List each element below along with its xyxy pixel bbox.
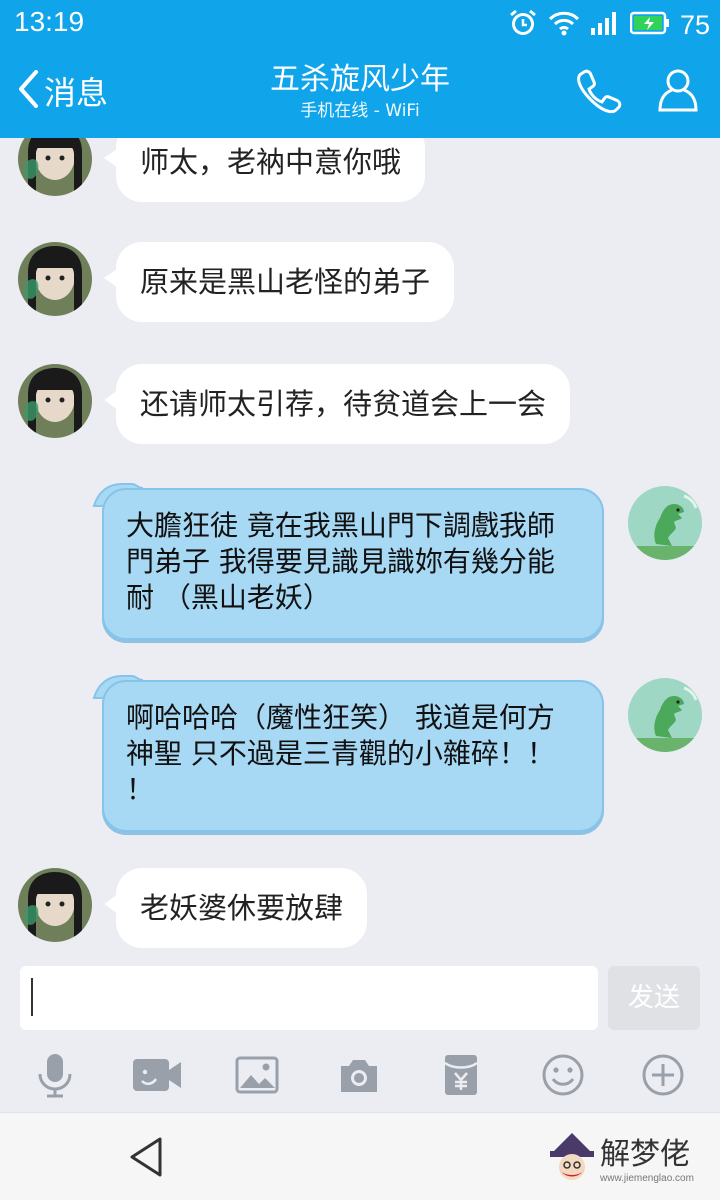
contact-avatar[interactable] [18,138,92,196]
contact-avatar[interactable] [18,364,92,438]
status-time: 13:19 [14,6,85,37]
video-call-icon [131,1055,183,1099]
contact-avatar[interactable] [18,242,92,316]
message-bubble-incoming[interactable]: 师太，老衲中意你哦 [103,138,426,202]
triangle-back-icon [126,1137,166,1183]
message-bubble-outgoing[interactable]: 大膽狂徒 竟在我黑山門下調戲我師 門弟子 我得要見識見識妳有幾分能 耐 （黑山老… [102,488,604,640]
message-text: 师太，老衲中意你哦 [140,145,402,179]
wizard-logo-icon [548,1131,596,1189]
watermark: 解梦佬 www.jiemenglao.com [548,1127,718,1197]
message-line: 大膽狂徒 竟在我黑山門下調戲我師 [126,509,555,542]
image-icon [235,1056,279,1098]
red-packet-button[interactable] [434,1050,488,1104]
microphone-icon [35,1052,75,1102]
back-chevron-icon [16,69,40,113]
watermark-text: 解梦佬 [600,1137,690,1172]
message-line: 耐 （黑山老妖） [126,581,331,614]
message-bubble-incoming[interactable]: 还请师太引荐，待贫道会上一会 [103,364,571,444]
message-line: 神聖 只不過是三青觀的小雜碎！！ [126,737,555,770]
message-input[interactable] [20,966,598,1030]
message-bubble-outgoing[interactable]: 啊哈哈哈（魔性狂笑） 我道是何方 神聖 只不過是三青觀的小雜碎！！ ！ [102,680,604,832]
back-button[interactable]: 消息 [16,68,108,114]
video-button[interactable] [130,1050,184,1104]
message-text: 还请师太引荐，待贫道会上一会 [140,387,547,421]
text-cursor [31,978,33,1016]
message-line: 門弟子 我得要見識見識妳有幾分能 [126,545,555,578]
camera-button[interactable] [332,1050,386,1104]
message-line: ！ [126,773,155,806]
message-line: 啊哈哈哈（魔性狂笑） 我道是何方 [126,701,555,734]
voice-button[interactable] [28,1050,82,1104]
chat-header: 消息 五杀旋风少年 手机在线 - WiFi [0,46,720,138]
input-toolbar [0,1040,720,1112]
red-packet-icon [442,1053,480,1101]
send-button[interactable]: 发送 [608,966,700,1030]
emoji-icon [541,1053,585,1101]
watermark-url: www.jiemenglao.com [600,1173,694,1184]
plus-icon [641,1053,685,1101]
alarm-icon [508,8,538,42]
status-bar: 13:19 75 [0,0,720,46]
status-icons: 75 [508,8,710,42]
more-button[interactable] [636,1050,690,1104]
battery-level: 75 [679,9,710,40]
system-nav-bar: 解梦佬 www.jiemenglao.com [0,1112,720,1200]
message-bubble-incoming[interactable]: 原来是黑山老怪的弟子 [103,242,455,322]
message-bubble-incoming[interactable]: 老妖婆休要放肆 [103,868,368,948]
emoji-button[interactable] [536,1050,590,1104]
my-avatar[interactable] [628,678,702,752]
phone-icon [574,69,622,118]
contact-avatar[interactable] [18,868,92,942]
message-text: 老妖婆休要放肆 [140,891,344,925]
profile-button[interactable] [654,66,702,120]
camera-icon [337,1056,381,1098]
back-label: 消息 [44,74,109,112]
message-list[interactable]: 师太，老衲中意你哦 原来是黑山老怪的弟子 还请师太引荐，待贫道会上一会 大膽狂徒… [0,138,720,958]
battery-icon [629,11,670,39]
call-button[interactable] [574,66,622,118]
image-button[interactable] [230,1050,284,1104]
profile-icon [654,69,702,120]
signal-icon [590,10,620,40]
input-bar: 发送 [0,958,720,1040]
my-avatar[interactable] [628,486,702,560]
wifi-icon [548,9,580,41]
system-back-button[interactable] [126,1135,166,1183]
message-text: 原来是黑山老怪的弟子 [140,265,431,299]
